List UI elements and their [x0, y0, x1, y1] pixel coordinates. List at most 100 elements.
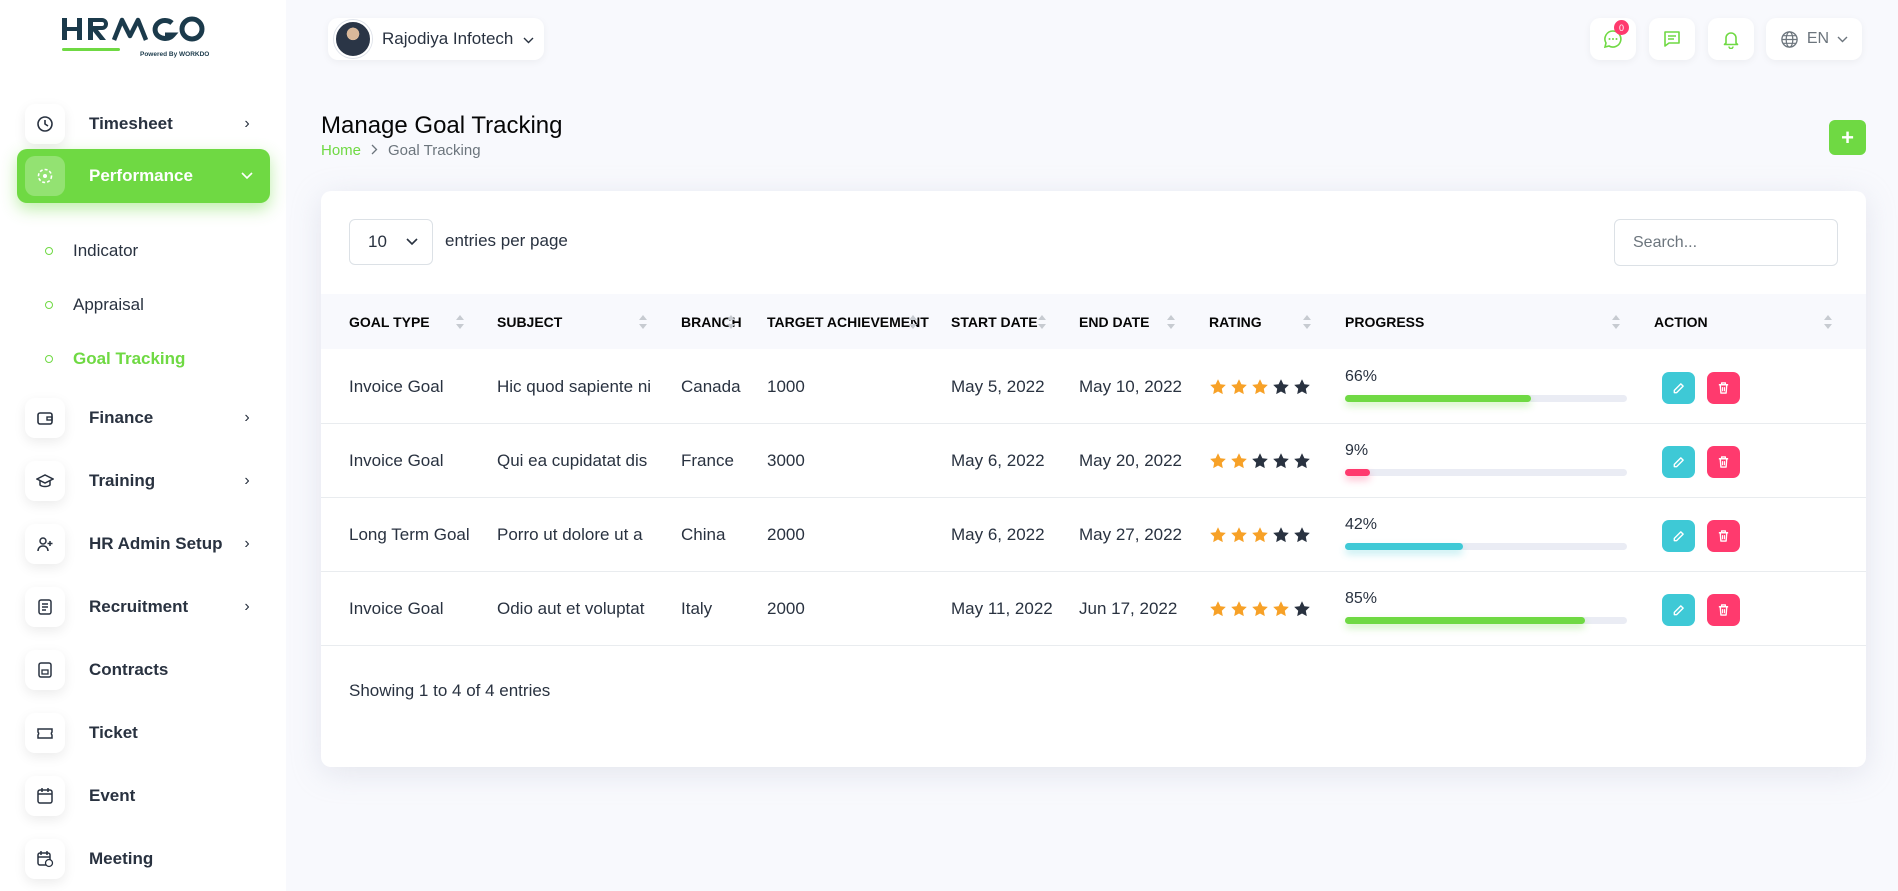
breadcrumb-current: Goal Tracking	[388, 142, 481, 159]
delete-button[interactable]	[1707, 372, 1740, 404]
notifications-button[interactable]	[1708, 18, 1754, 60]
star-empty-icon	[1294, 601, 1310, 617]
chevron-right-icon: ›	[244, 115, 250, 132]
edit-button[interactable]	[1662, 594, 1695, 626]
progress-bar	[1345, 543, 1627, 550]
edit-button[interactable]	[1662, 520, 1695, 552]
sidebar-item-label: HR Admin Setup	[89, 534, 223, 553]
sidebar-item-timesheet[interactable]: Timesheet ›	[17, 97, 270, 151]
brand-logo[interactable]: Powered By WORKDO	[60, 14, 230, 66]
cell-progress: 66%	[1345, 368, 1627, 402]
cell-goal-type: Invoice Goal	[349, 377, 444, 396]
sidebar-item-contracts[interactable]: Contracts	[17, 643, 270, 697]
trash-icon	[1718, 382, 1729, 394]
cell-rating	[1209, 424, 1311, 498]
column-header-progress[interactable]: PROGRESS	[1345, 294, 1424, 349]
sidebar-item-finance[interactable]: Finance ›	[17, 391, 270, 445]
sidebar-item-training[interactable]: Training ›	[17, 454, 270, 508]
star-empty-icon	[1294, 379, 1310, 395]
bell-icon	[1723, 32, 1739, 49]
cell-subject: Qui ea cupidatat dis	[497, 451, 648, 470]
company-name: Rajodiya Infotech	[382, 29, 514, 48]
table-info: Showing 1 to 4 of 4 entries	[349, 681, 551, 700]
sidebar-item-recruitment[interactable]: Recruitment ›	[17, 580, 270, 634]
add-goal-button[interactable]: +	[1829, 120, 1866, 155]
sort-icon[interactable]	[726, 313, 736, 331]
cell-branch: France	[681, 451, 734, 470]
cell-goal-type: Invoice Goal	[349, 599, 444, 618]
sidebar-subitem-goal-tracking[interactable]: Goal Tracking	[17, 339, 270, 379]
cell-subject: Porro ut dolore ut a	[497, 525, 643, 544]
sort-icon[interactable]	[1611, 313, 1621, 331]
chevron-down-icon	[240, 167, 254, 185]
sidebar-item-ticket[interactable]: Ticket	[17, 706, 270, 760]
column-header-rating[interactable]: RATING	[1209, 294, 1262, 349]
table-header: GOAL TYPE SUBJECT BRANCH TARGET ACHIEVEM…	[321, 294, 1866, 349]
cell-subject: Odio aut et voluptat	[497, 599, 645, 618]
sort-icon[interactable]	[1302, 313, 1312, 331]
messages-button[interactable]	[1649, 18, 1695, 60]
sort-icon[interactable]	[1823, 313, 1833, 331]
sidebar-subitem-label: Goal Tracking	[73, 349, 186, 368]
sort-icon[interactable]	[1166, 313, 1176, 331]
cell-progress: 85%	[1345, 590, 1627, 624]
table-row: Invoice Goal Hic quod sapiente ni Canada 10…	[321, 350, 1866, 424]
pencil-icon	[1673, 456, 1684, 467]
sort-icon[interactable]	[908, 313, 918, 331]
column-header-target-achievement[interactable]: TARGET ACHIEVEMENT	[767, 294, 929, 349]
edit-button[interactable]	[1662, 446, 1695, 478]
delete-button[interactable]	[1707, 520, 1740, 552]
goal-tracking-card: 10 entries per page GOAL TYPE SUBJECT BR…	[321, 191, 1866, 767]
delete-button[interactable]	[1707, 594, 1740, 626]
chevron-down-icon	[1837, 36, 1848, 42]
sidebar-item-meeting[interactable]: Meeting	[17, 832, 270, 886]
sidebar-subitem-appraisal[interactable]: Appraisal	[17, 285, 270, 325]
trash-icon	[1718, 530, 1729, 542]
cell-start-date: May 5, 2022	[951, 377, 1045, 396]
progress-label: 85%	[1345, 590, 1378, 607]
calendar-clock-icon	[25, 839, 65, 879]
column-header-action[interactable]: ACTION	[1654, 294, 1708, 349]
star-rating	[1209, 452, 1311, 470]
cell-progress: 9%	[1345, 442, 1627, 476]
globe-icon	[1781, 30, 1798, 48]
user-plus-icon	[25, 524, 65, 564]
star-filled-icon	[1231, 527, 1247, 543]
column-header-goal-type[interactable]: GOAL TYPE	[349, 294, 430, 349]
star-filled-icon	[1273, 601, 1289, 617]
sort-icon[interactable]	[638, 313, 648, 331]
sidebar-item-performance[interactable]: Performance	[17, 149, 270, 203]
cell-goal-type: Invoice Goal	[349, 451, 444, 470]
sidebar-subitem-indicator[interactable]: Indicator	[17, 231, 270, 271]
star-filled-icon	[1252, 601, 1268, 617]
breadcrumb-home-link[interactable]: Home	[321, 142, 361, 159]
sidebar-item-hr-admin-setup[interactable]: HR Admin Setup ›	[17, 517, 270, 571]
svg-text:Powered By WORKDO: Powered By WORKDO	[140, 51, 209, 58]
company-switcher[interactable]: Rajodiya Infotech	[328, 18, 545, 60]
per-page-value: 10	[368, 232, 387, 251]
sidebar-subitem-label: Indicator	[73, 241, 139, 260]
sidebar-item-event[interactable]: Event	[17, 769, 270, 823]
column-header-end-date[interactable]: END DATE	[1079, 294, 1150, 349]
star-filled-icon	[1252, 527, 1268, 543]
edit-button[interactable]	[1662, 372, 1695, 404]
column-header-start-date[interactable]: START DATE	[951, 294, 1038, 349]
star-empty-icon	[1294, 453, 1310, 469]
delete-button[interactable]	[1707, 446, 1740, 478]
messenger-button[interactable]: 0	[1590, 18, 1636, 60]
sort-icon[interactable]	[455, 313, 465, 331]
star-filled-icon	[1231, 453, 1247, 469]
search-input[interactable]	[1614, 219, 1838, 266]
progress-fill	[1345, 617, 1585, 624]
entries-per-page-select[interactable]: 10	[349, 219, 433, 265]
sidebar-item-label: Ticket	[89, 723, 138, 742]
star-filled-icon	[1210, 601, 1226, 617]
table-row: Invoice Goal Qui ea cupidatat dis France 30…	[321, 424, 1866, 498]
column-header-subject[interactable]: SUBJECT	[497, 294, 562, 349]
cell-rating	[1209, 572, 1311, 646]
cell-rating	[1209, 498, 1311, 572]
language-switcher[interactable]: EN	[1766, 18, 1862, 60]
sort-icon[interactable]	[1037, 313, 1047, 331]
sidebar-subitem-label: Appraisal	[73, 295, 144, 314]
notification-badge: 0	[1614, 20, 1629, 35]
